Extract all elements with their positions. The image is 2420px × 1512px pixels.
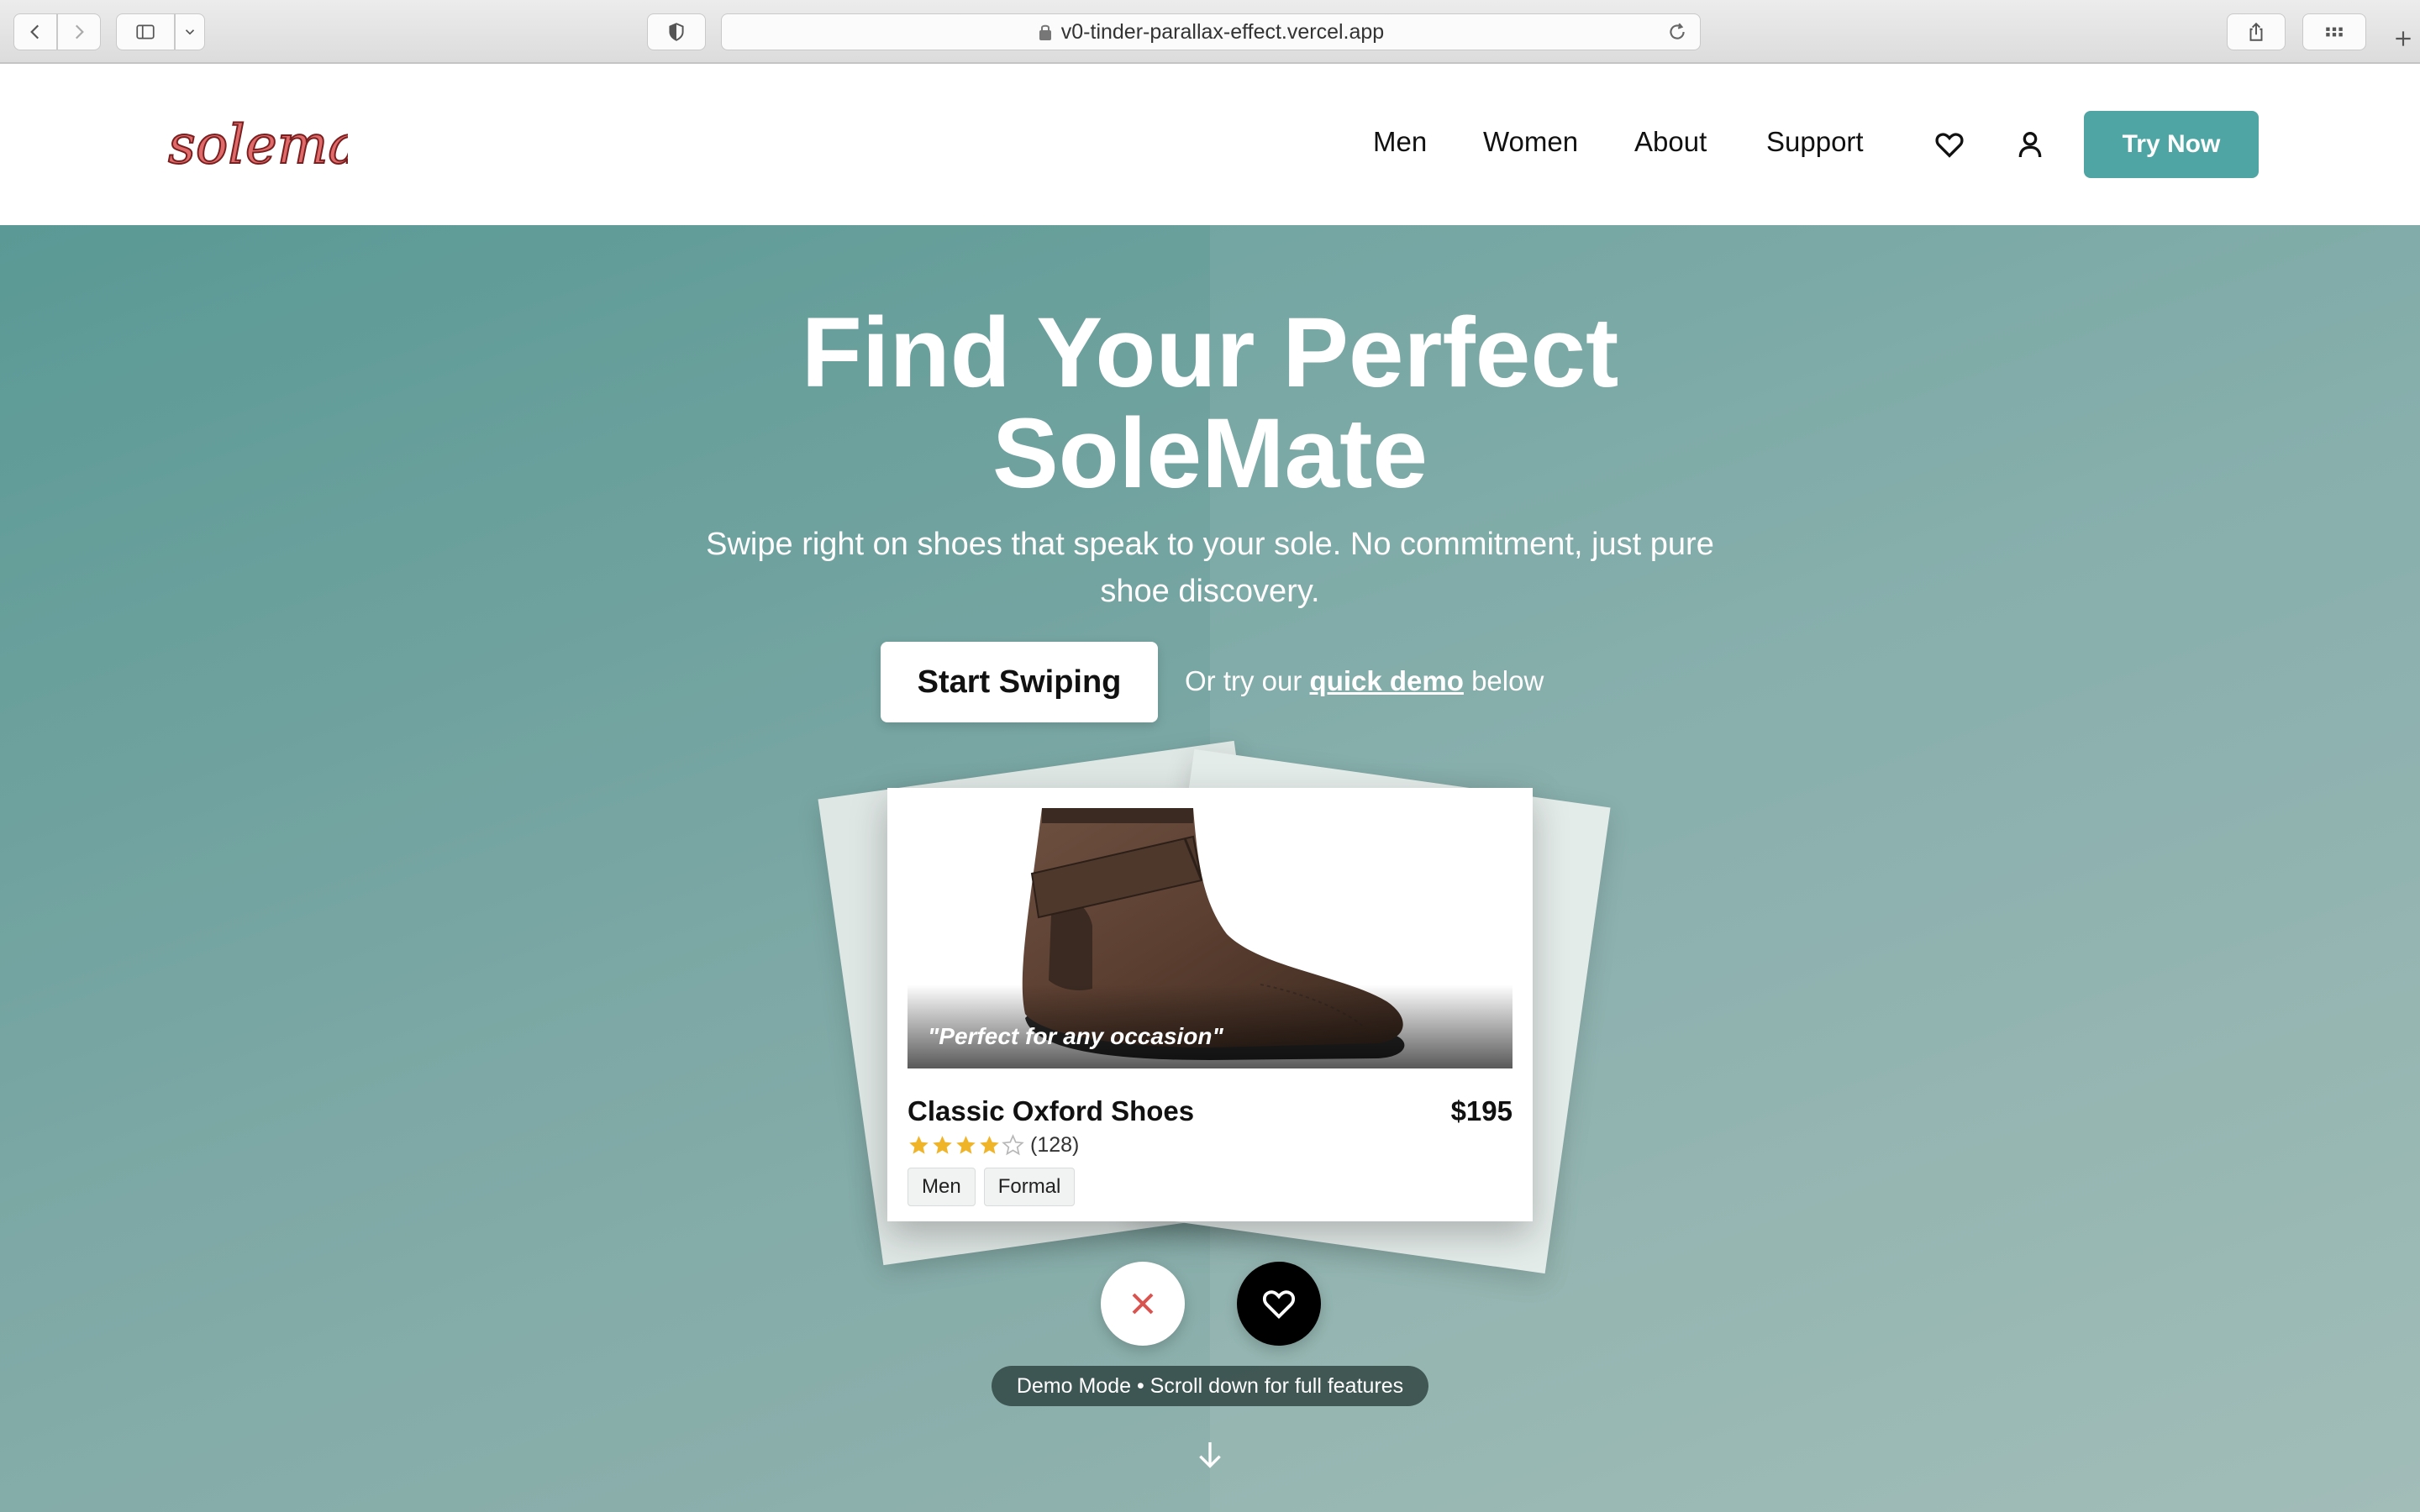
hero-title-line-2: SoleMate xyxy=(992,398,1428,509)
sidebar-menu-button[interactable] xyxy=(175,13,205,50)
demo-mode-pill: Demo Mode • Scroll down for full feature… xyxy=(992,1366,1428,1406)
forward-button[interactable] xyxy=(57,13,101,50)
tag-formal: Formal xyxy=(983,1168,1076,1206)
solemate-logo[interactable]: solemate xyxy=(165,101,348,195)
url-text: v0-tinder-parallax-effect.vercel.app xyxy=(1060,19,1385,44)
svg-text:solemate: solemate xyxy=(168,114,348,176)
start-swiping-button[interactable]: Start Swiping xyxy=(881,642,1158,722)
shoe-name: Classic Oxford Shoes xyxy=(908,1095,1195,1126)
address-bar[interactable]: v0-tinder-parallax-effect.vercel.app xyxy=(721,13,1701,50)
hero-section: Find Your Perfect SoleMate Swipe right o… xyxy=(0,225,2420,1512)
shoe-card[interactable]: "Perfect for any occasion" Classic Oxfor… xyxy=(887,788,1533,1221)
demo-suffix: below xyxy=(1471,665,1544,696)
hero-title: Find Your Perfect SoleMate xyxy=(0,302,2420,504)
sidebar-icon xyxy=(136,24,155,39)
tag-men: Men xyxy=(908,1168,976,1206)
share-button[interactable] xyxy=(2227,13,2286,50)
nav-support[interactable]: Support xyxy=(1766,126,1864,158)
lock-icon xyxy=(1039,24,1051,40)
privacy-report-button[interactable] xyxy=(647,13,706,50)
reload-icon[interactable] xyxy=(1666,21,1688,43)
chevron-down-icon xyxy=(185,29,195,35)
quick-demo-link[interactable]: quick demo xyxy=(1310,665,1464,696)
try-now-button[interactable]: Try Now xyxy=(2084,111,2259,178)
tab-overview-button[interactable] xyxy=(2302,13,2366,50)
hero-subtitle-line-2: shoe discovery. xyxy=(1100,574,1320,609)
demo-prefix: Or try our xyxy=(1185,665,1302,696)
like-button[interactable] xyxy=(1237,1262,1321,1346)
sidebar-toggle-button[interactable] xyxy=(116,13,175,50)
star-filled-icon xyxy=(933,1135,952,1154)
plus-icon xyxy=(2396,31,2411,46)
chevron-left-icon xyxy=(30,24,39,39)
nav-women[interactable]: Women xyxy=(1483,126,1578,158)
hero-subtitle: Swipe right on shoes that speak to your … xyxy=(672,521,1748,615)
shield-icon xyxy=(669,23,684,41)
review-count: (128) xyxy=(1030,1132,1080,1157)
nav-about[interactable]: About xyxy=(1634,126,1707,158)
shoe-tags: Men Formal xyxy=(908,1168,1083,1206)
arrow-down-icon[interactable] xyxy=(1193,1438,1227,1472)
browser-toolbar: v0-tinder-parallax-effect.vercel.app xyxy=(0,0,2420,64)
nav-men[interactable]: Men xyxy=(1373,126,1427,158)
shoe-quote: "Perfect for any occasion" xyxy=(928,1023,1223,1049)
star-filled-icon xyxy=(956,1135,976,1154)
demo-hint: Or try our quick demo below xyxy=(1185,665,1544,697)
heart-icon xyxy=(1262,1290,1296,1320)
site-header: solemate Men Women About Support Try Now xyxy=(0,64,2420,225)
star-filled-icon xyxy=(909,1135,929,1154)
account-user-icon[interactable] xyxy=(2013,128,2047,161)
chevron-right-icon xyxy=(75,24,84,39)
shoe-price: $195 xyxy=(1450,1095,1512,1126)
grid-icon xyxy=(2326,27,2343,37)
favorites-heart-icon[interactable] xyxy=(1933,128,1966,161)
back-button[interactable] xyxy=(13,13,57,50)
hero-title-line-1: Find Your Perfect xyxy=(801,297,1619,408)
shoe-image: "Perfect for any occasion" xyxy=(908,808,1512,1068)
close-x-icon xyxy=(1132,1293,1154,1315)
reject-button[interactable] xyxy=(1101,1262,1185,1346)
new-tab-button[interactable] xyxy=(2386,13,2420,64)
star-empty-icon xyxy=(1002,1133,1024,1155)
share-icon xyxy=(2249,22,2263,41)
shoe-rating: (128) xyxy=(908,1132,1079,1158)
star-filled-icon xyxy=(980,1135,999,1154)
hero-subtitle-line-1: Swipe right on shoes that speak to your … xyxy=(706,527,1714,562)
